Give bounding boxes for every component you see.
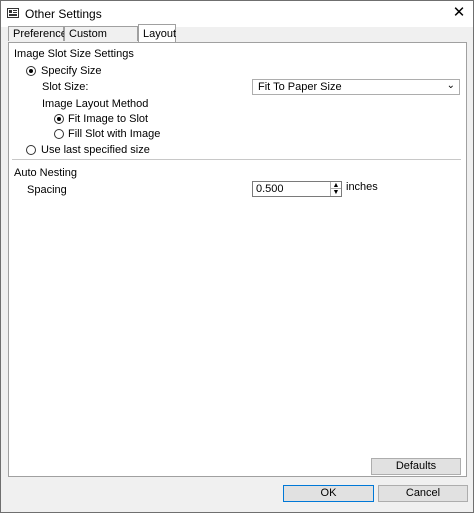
ok-button[interactable]: OK	[283, 485, 374, 502]
layout-method-label: Image Layout Method	[42, 98, 149, 110]
spin-up-icon[interactable]: ▲	[331, 182, 341, 189]
layout-panel: Image Slot Size Settings Specify Size Sl…	[8, 42, 467, 477]
spin-down-icon[interactable]: ▼	[331, 189, 341, 196]
chevron-down-icon: ⌄	[446, 80, 455, 91]
slot-size-label: Slot Size:	[42, 81, 89, 93]
fit-image-to-slot-radio[interactable]	[54, 114, 64, 124]
spacing-unit-label: inches	[346, 181, 378, 193]
use-last-size-radio[interactable]	[26, 145, 36, 155]
stepper-buttons: ▲ ▼	[330, 182, 341, 196]
specify-size-radio[interactable]	[26, 66, 36, 76]
app-icon	[7, 8, 19, 18]
fill-slot-radio[interactable]	[54, 129, 64, 139]
spacing-value[interactable]: 0.500	[256, 183, 284, 195]
spacing-label: Spacing	[27, 184, 67, 196]
close-icon[interactable]: ✕	[451, 5, 467, 21]
specify-size-label[interactable]: Specify Size	[41, 65, 102, 77]
cancel-button[interactable]: Cancel	[378, 485, 468, 502]
other-settings-window: Other Settings ✕ Preferences Custom Sett…	[0, 0, 474, 513]
defaults-button[interactable]: Defaults	[371, 458, 461, 475]
slot-size-value: Fit To Paper Size	[258, 81, 342, 93]
image-slot-section-title: Image Slot Size Settings	[14, 48, 134, 60]
use-last-size-label[interactable]: Use last specified size	[41, 144, 150, 156]
section-divider	[12, 159, 461, 160]
tab-layout[interactable]: Layout	[138, 24, 176, 42]
slot-size-select[interactable]: Fit To Paper Size ⌄	[252, 79, 460, 95]
window-title: Other Settings	[25, 7, 102, 21]
tab-preferences[interactable]: Preferences	[8, 26, 72, 41]
tab-custom-settings[interactable]: Custom Settings	[64, 26, 138, 55]
fill-slot-label[interactable]: Fill Slot with Image	[68, 128, 160, 140]
fit-image-to-slot-label[interactable]: Fit Image to Slot	[68, 113, 148, 125]
auto-nesting-section-title: Auto Nesting	[14, 167, 77, 179]
title-bar: Other Settings ✕	[1, 1, 473, 27]
spacing-stepper[interactable]: 0.500 ▲ ▼	[252, 181, 342, 197]
